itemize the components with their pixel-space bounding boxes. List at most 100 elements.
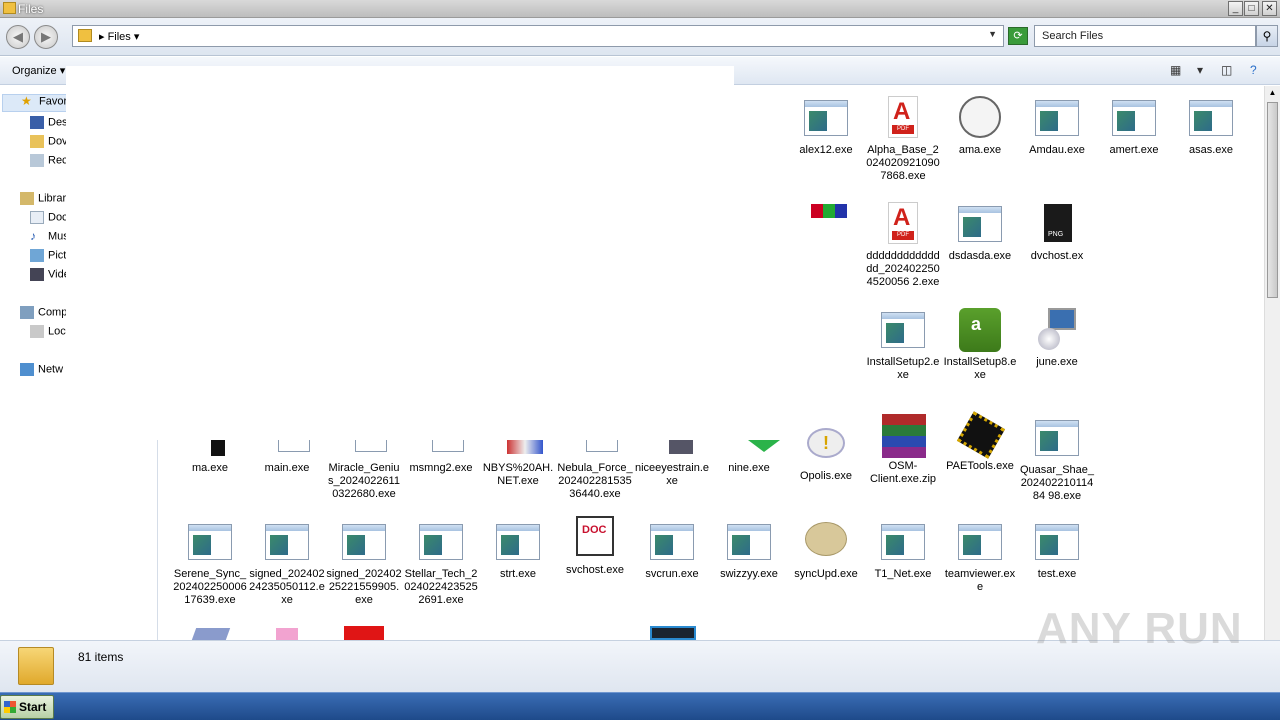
file-item[interactable]: main.exe (249, 440, 325, 475)
nav-item-recent[interactable]: Rec (30, 154, 68, 172)
desktop-icon (30, 116, 44, 129)
exe-icon (418, 440, 464, 458)
chevron-down-icon[interactable]: ▾ (1197, 63, 1203, 77)
exe-icon (572, 440, 618, 458)
videos-icon (30, 268, 44, 281)
file-item[interactable]: Serene_Sync_20240225000617639.exe (172, 520, 248, 607)
chip-icon (956, 411, 1006, 459)
nav-item-videos[interactable]: Vide (30, 268, 70, 286)
file-item[interactable]: nine.exe (711, 440, 787, 475)
search-icon[interactable]: ⚲ (1256, 25, 1278, 47)
file-item[interactable]: DOC svchost.exe (557, 516, 633, 577)
file-item[interactable]: syncUpd.exe (788, 520, 864, 581)
file-item[interactable]: ! Opolis.exe (788, 422, 864, 483)
nav-item-pictures[interactable]: Pict (30, 249, 66, 267)
view-icon[interactable]: ▦ (1170, 63, 1181, 77)
file-item[interactable]: signed_20240225221559905.exe (326, 520, 402, 607)
file-item[interactable]: june.exe (1019, 308, 1095, 369)
file-item[interactable]: OSM-Client.exe.zip (865, 412, 941, 486)
nav-item-network[interactable]: Netw (20, 363, 63, 381)
installer-icon (1034, 308, 1080, 352)
app-icon (650, 626, 696, 640)
chevron-down-icon[interactable]: ▼ (988, 29, 997, 39)
exe-icon (1034, 520, 1080, 564)
forward-button[interactable]: ▶ (34, 25, 58, 49)
file-item[interactable]: ama.exe (942, 96, 1018, 157)
file-item[interactable]: NBYS%20AH.NET.exe (480, 440, 556, 488)
nav-item-music[interactable]: ♪ Mus (30, 230, 69, 248)
speech-bubble-icon (803, 520, 849, 564)
file-item[interactable]: PAETools.exe (942, 411, 1018, 473)
file-item[interactable]: teamviewer.exe (942, 520, 1018, 594)
exe-icon (726, 520, 772, 564)
search-input[interactable]: Search Files (1034, 25, 1256, 47)
window-title: Files (18, 2, 44, 16)
app-icon (726, 440, 780, 458)
recent-icon (30, 154, 44, 167)
file-item[interactable]: Nebula_Force_20240228153536440.exe (557, 440, 633, 501)
exe-icon (649, 520, 695, 564)
folder-icon (3, 2, 16, 14)
file-item[interactable]: PNG dvchost.ex (1019, 202, 1095, 263)
nav-item-documents[interactable]: Doc (30, 211, 68, 229)
help-icon[interactable]: ? (1250, 63, 1257, 77)
maximize-button[interactable]: □ (1244, 1, 1259, 16)
books-icon (803, 202, 849, 246)
file-item[interactable]: T1_Net.exe (865, 520, 941, 581)
file-item[interactable]: swizzyy.exe (711, 520, 787, 581)
file-item[interactable]: a InstallSetup8.exe (942, 308, 1018, 382)
archive-icon (880, 412, 926, 458)
app-icon (276, 628, 298, 640)
breadcrumb[interactable]: ▸ Files ▾ (99, 30, 139, 43)
file-item[interactable]: Stellar_Tech_20240224235252691.exe (403, 520, 479, 607)
file-item[interactable]: asas.exe (1173, 96, 1249, 157)
watermark: ANY RUN (1036, 604, 1243, 653)
exe-icon (1034, 96, 1080, 140)
gauge-icon (957, 96, 1003, 140)
nav-item-downloads[interactable]: Dov (30, 135, 68, 153)
exe-icon (1188, 96, 1234, 140)
exe-icon (341, 520, 387, 564)
exe-icon (1034, 416, 1080, 460)
nav-item-local-disk[interactable]: Loc (30, 325, 66, 343)
refresh-button[interactable]: ⟳ (1008, 27, 1028, 45)
pdf-icon: A PDF (880, 202, 926, 246)
file-item[interactable]: msmng2.exe (403, 440, 479, 475)
minimize-button[interactable]: _ (1228, 1, 1243, 16)
close-button[interactable]: ✕ (1262, 1, 1277, 16)
file-item[interactable]: signed_20240224235050112.exe (249, 520, 325, 607)
file-item[interactable]: Amdau.exe (1019, 96, 1095, 157)
nav-item-libraries[interactable]: Librar (20, 192, 66, 210)
file-item[interactable]: A PDF Alpha_Base_20240209210907868.exe (865, 96, 941, 183)
file-item[interactable]: Miracle_Genius_20240226110322680.exe (326, 440, 402, 501)
file-item[interactable]: niceeyestrain.exe (634, 440, 710, 488)
file-item[interactable]: ma.exe (172, 440, 248, 475)
file-item[interactable]: strt.exe (480, 520, 556, 581)
app-icon (344, 626, 384, 640)
file-item[interactable]: InstallSetup2.exe (865, 308, 941, 382)
vertical-scrollbar[interactable]: ▲ (1264, 86, 1280, 640)
file-item[interactable]: dsdasda.exe (942, 202, 1018, 263)
amazon-icon: a (957, 308, 1003, 352)
app-icon (649, 440, 695, 458)
disk-icon (30, 325, 44, 338)
scroll-up-icon[interactable]: ▲ (1267, 88, 1278, 97)
nav-item-desktop[interactable]: Des (30, 116, 68, 134)
file-item[interactable]: test.exe (1019, 520, 1095, 581)
preview-pane-icon[interactable]: ◫ (1221, 63, 1232, 77)
star-icon: ★ (21, 94, 32, 108)
taskbar: Start (0, 692, 1280, 720)
back-button[interactable]: ◀ (6, 25, 30, 49)
file-item[interactable] (788, 202, 864, 246)
file-item[interactable]: svcrun.exe (634, 520, 710, 581)
file-item[interactable]: alex12.exe (788, 96, 864, 157)
file-item[interactable]: A PDF dddddddddddddd_2024022504520056 2.ex… (865, 202, 941, 289)
file-item[interactable]: Quasar_Shae_20240221011484 98.exe (1019, 416, 1095, 503)
exe-icon (803, 96, 849, 140)
scroll-thumb[interactable] (1267, 102, 1278, 298)
start-button[interactable]: Start (0, 695, 54, 719)
file-item[interactable]: amert.exe (1096, 96, 1172, 157)
nav-item-computer[interactable]: Comp (20, 306, 67, 324)
address-bar[interactable]: ▸ Files ▾ ▼ (72, 25, 1004, 47)
organize-button[interactable]: Organize ▾ (12, 64, 65, 77)
